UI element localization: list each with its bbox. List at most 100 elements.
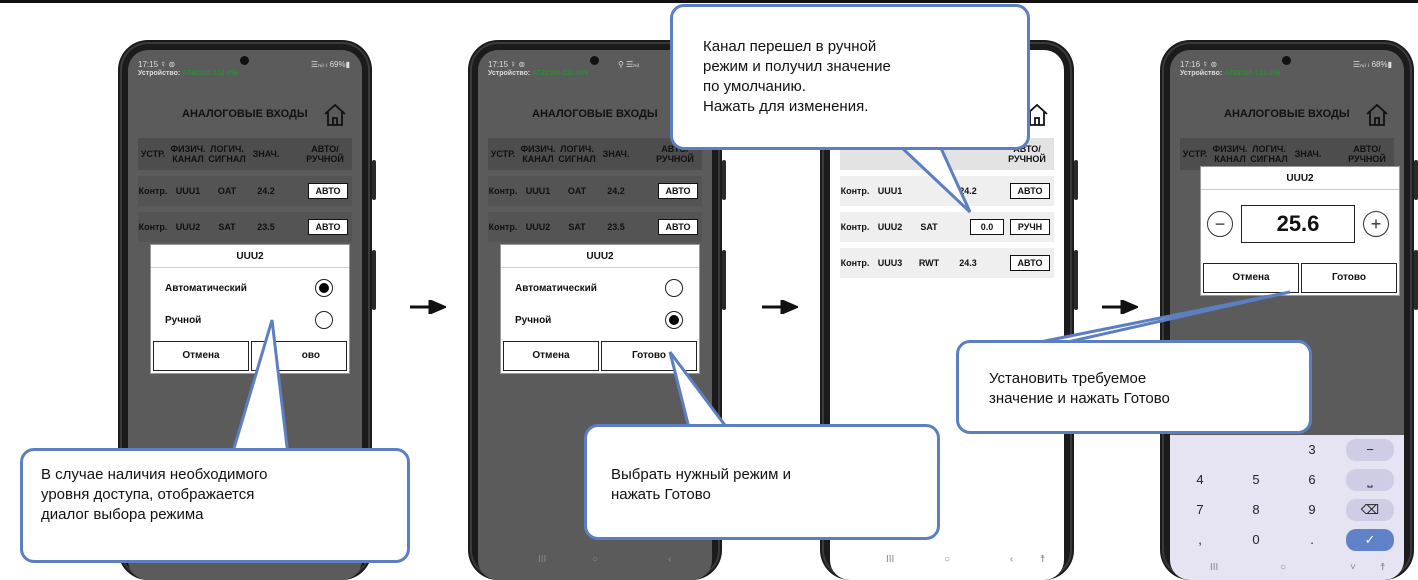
header-log: ЛОГИЧ. СИГНАЛ [208,144,246,164]
home-nav-icon[interactable]: ○ [1280,562,1286,573]
key-ok[interactable]: ✓ [1346,529,1394,551]
cell-val: 24.2 [607,186,625,196]
home-nav-icon[interactable]: ○ [592,554,598,565]
key-6[interactable]: 6 [1288,469,1336,491]
value-input[interactable]: 25.6 [1241,205,1355,243]
value-button[interactable]: 0.0 [970,219,1004,235]
table-row[interactable]: Контр. UUU1 OAT 24.2 АВТО [138,176,352,206]
key-minus[interactable]: − [1346,439,1394,461]
key-7[interactable]: 7 [1176,499,1224,521]
dialog-title: UUU2 [1286,173,1314,184]
option-auto-label: Автоматический [515,283,597,294]
radio-manual[interactable] [315,311,333,329]
radio-auto[interactable] [315,279,333,297]
key-9[interactable]: 9 [1288,499,1336,521]
phone-side-button [722,250,726,310]
device-line: Устройство: AT82100-132-056 [488,70,589,77]
phone-side-button [1074,250,1078,310]
value-dialog: UUU2 − 25.6 + Отмена Готово [1200,166,1400,296]
mode-button[interactable]: АВТО [1010,255,1050,271]
table-row[interactable]: Контр. UUU1 OAT 24.2 АВТО [488,176,702,206]
recent-apps-icon[interactable]: III [886,554,894,565]
nav-bar: III ○ ‹ ☨ [830,550,1064,570]
dialog-title: UUU2 [236,251,264,262]
table-row[interactable]: Контр. UUU1 24.2 АВТО [840,176,1054,206]
mode-button[interactable]: РУЧН [1010,219,1050,235]
home-icon[interactable] [1364,102,1390,128]
mode-button[interactable]: АВТО [658,183,698,199]
radio-auto[interactable] [665,279,683,297]
top-border-line [0,0,1418,3]
accessibility-icon[interactable]: ☨ [1380,562,1385,573]
cell-log: SAT [920,222,938,232]
mode-button[interactable]: АВТО [658,219,698,235]
status-bar: 17:15 ☿ ⊚ ☰ₙᵢₗ ₗ 69%▮ Устройство: AT8210… [128,50,362,80]
accessibility-icon[interactable]: ☨ [1040,554,1045,565]
cell-phys: UUU3 [877,258,903,268]
phone-side-button [372,250,376,310]
page-title: АНАЛОГОВЫЕ ВХОДЫ [532,108,658,120]
cancel-button[interactable]: Отмена [503,341,599,371]
cell-dev: Контр. [840,222,870,232]
device-label: Устройство: [138,70,181,77]
key-comma[interactable]: , [1176,529,1224,551]
back-icon[interactable]: ‹ [1010,554,1013,565]
mode-button[interactable]: АВТО [308,219,348,235]
key-dot[interactable]: . [1288,529,1336,551]
done-button[interactable]: Готово [1301,263,1397,293]
mode-button[interactable]: АВТО [1010,183,1050,199]
header-dev: УСТР. [1182,149,1208,159]
step-arrow-3 [1102,300,1138,314]
status-time: 17:16 ☿ ⊚ [1180,60,1218,69]
table-row[interactable]: Контр. UUU2 SAT 23.5 АВТО [488,212,702,242]
key-3[interactable]: 3 [1288,439,1336,461]
callout-4: Установить требуемое значение и нажать Г… [956,340,1312,434]
camera-hole [1282,56,1291,65]
callout-2-text: Выбрать нужный режим и нажать Готово [611,466,791,503]
table-row[interactable]: Контр. UUU3 RWT 24.3 АВТО [840,248,1054,278]
decrement-button[interactable]: − [1207,211,1233,237]
done-button[interactable]: ово [251,341,347,371]
phone-side-button [1414,160,1418,200]
mode-button[interactable]: АВТО [308,183,348,199]
cancel-button[interactable]: Отмена [1203,263,1299,293]
title-bar: АНАЛОГОВЫЕ ВХОДЫ [1170,100,1404,130]
recent-apps-icon[interactable]: III [538,554,546,565]
numeric-keypad: 3 − 4 5 6 ⎵ 7 8 9 ⌫ , 0 . ✓ III ○ ˅ ☨ [1170,435,1404,580]
radio-manual[interactable] [665,311,683,329]
increment-button[interactable]: + [1363,211,1389,237]
key-space[interactable]: ⎵ [1346,469,1394,491]
cancel-button[interactable]: Отмена [153,341,249,371]
device-id: AT82100-132-056 [532,70,589,77]
recent-apps-icon[interactable]: III [1210,562,1218,573]
done-button[interactable]: Готово [601,341,697,371]
key-8[interactable]: 8 [1232,499,1280,521]
analog-inputs-table: УСТР. ФИЗИЧ. КАНАЛ ЛОГИЧ. СИГНАЛ ЗНАЧ. А… [138,138,352,242]
cell-dev: Контр. [840,258,870,268]
device-line: Устройство: AT82100-132-056 [138,70,239,77]
status-signal: ☰ₙᵢₗ ₗ 69%▮ [310,60,350,69]
phone-screen: 17:16 ☿ ⊚ ☰ₙᵢₗ ₗ 68%▮ Устройство: AT8210… [1170,50,1404,580]
cell-val: 23.5 [257,222,275,232]
cell-log: RWT [918,258,940,268]
home-icon[interactable] [322,102,348,128]
device-label: Устройство: [488,70,531,77]
table-row[interactable]: Контр. UUU2 SAT 0.0 РУЧН [840,212,1054,242]
key-4[interactable]: 4 [1176,469,1224,491]
callout-3: Канал перешел в ручной режим и получил з… [670,4,1030,150]
device-id: AT82100-132-056 [182,70,239,77]
cell-val: 24.3 [959,258,977,268]
device-label: Устройство: [1180,70,1223,77]
key-backspace[interactable]: ⌫ [1346,499,1394,521]
nav-bar: III ○ ‹ [478,550,712,570]
key-0[interactable]: 0 [1232,529,1280,551]
back-icon[interactable]: ‹ [668,554,671,565]
header-phys: ФИЗИЧ. КАНАЛ [170,144,206,164]
keyboard-hide-icon[interactable]: ˅ [1350,562,1356,573]
callout-3-text: Канал перешел в ручной режим и получил з… [703,38,891,115]
key-5[interactable]: 5 [1232,469,1280,491]
table-row[interactable]: Контр. UUU2 SAT 23.5 АВТО [138,212,352,242]
home-nav-icon[interactable]: ○ [944,554,950,565]
cell-phys: UUU1 [877,186,903,196]
phone-side-button [372,160,376,200]
